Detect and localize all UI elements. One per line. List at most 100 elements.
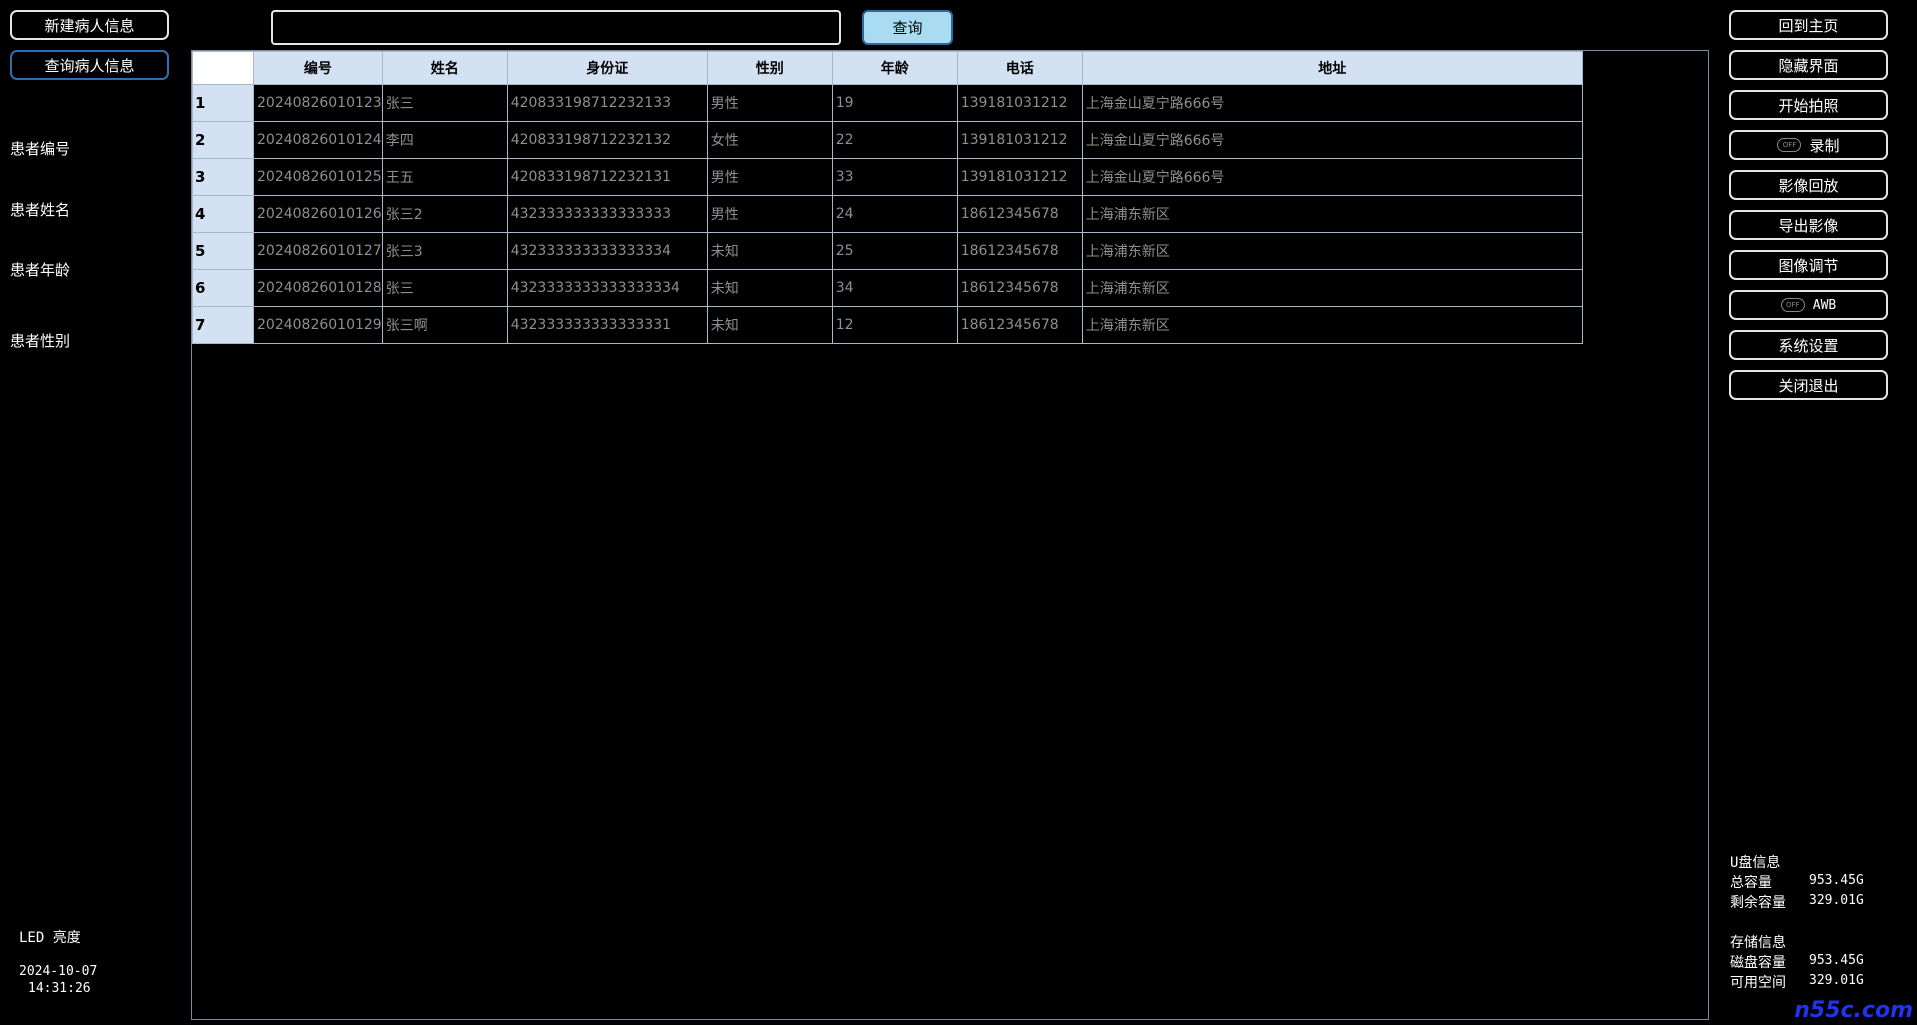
usb-free-label: 剩余容量 xyxy=(1730,895,1786,911)
cell-idcard[interactable]: 420833198712232131 xyxy=(506,158,708,196)
cell-id[interactable]: 20240826010125 xyxy=(253,158,383,196)
cell-name[interactable]: 张三2 xyxy=(381,195,508,233)
column-header-id[interactable]: 编号 xyxy=(253,51,383,85)
cell-phone[interactable]: 18612345678 xyxy=(956,232,1083,270)
cell-idcard[interactable]: 420833198712232132 xyxy=(506,121,708,159)
cell-id[interactable]: 20240826010126 xyxy=(253,195,383,233)
cell-id[interactable]: 20240826010128 xyxy=(253,269,383,307)
cell-idcard[interactable]: 4323333333333333334 xyxy=(506,269,708,307)
table-row[interactable]: 6 20240826010128 张三 4323333333333333334 … xyxy=(192,269,1583,307)
column-header-phone[interactable]: 电话 xyxy=(956,51,1083,85)
corner-cell[interactable] xyxy=(192,51,254,85)
close-exit-button[interactable]: 关闭退出 xyxy=(1729,370,1888,400)
cell-address[interactable]: 上海浦东新区 xyxy=(1081,269,1583,307)
cell-age[interactable]: 22 xyxy=(831,121,958,159)
cell-age[interactable]: 33 xyxy=(831,158,958,196)
row-header[interactable]: 4 xyxy=(192,195,254,233)
home-button[interactable]: 回到主页 xyxy=(1729,10,1888,40)
cell-gender[interactable]: 男性 xyxy=(706,195,833,233)
cell-gender[interactable]: 未知 xyxy=(706,306,833,344)
column-header-idcard[interactable]: 身份证 xyxy=(506,51,708,85)
cell-name[interactable]: 张三3 xyxy=(381,232,508,270)
record-toggle-icon[interactable]: OFF xyxy=(1777,138,1802,152)
cell-phone[interactable]: 139181031212 xyxy=(956,121,1083,159)
row-header[interactable]: 5 xyxy=(192,232,254,270)
record-button[interactable]: OFF 录制 xyxy=(1729,130,1888,160)
row-header[interactable]: 7 xyxy=(192,306,254,344)
table-row[interactable]: 5 20240826010127 张三3 432333333333333334 … xyxy=(192,232,1583,270)
disk-total-value: 953.45G xyxy=(1809,953,1864,968)
cell-phone[interactable]: 139181031212 xyxy=(956,158,1083,196)
cell-gender[interactable]: 男性 xyxy=(706,84,833,122)
table-row[interactable]: 3 20240826010125 王五 420833198712232131 男… xyxy=(192,158,1583,196)
playback-button[interactable]: 影像回放 xyxy=(1729,170,1888,200)
query-patient-button[interactable]: 查询病人信息 xyxy=(10,50,169,80)
new-patient-button[interactable]: 新建病人信息 xyxy=(10,10,169,40)
cell-address[interactable]: 上海金山夏宁路666号 xyxy=(1081,84,1583,122)
column-header-age[interactable]: 年龄 xyxy=(831,51,958,85)
cell-name[interactable]: 张三啊 xyxy=(381,306,508,344)
usb-total-label: 总容量 xyxy=(1730,875,1772,891)
system-settings-button[interactable]: 系统设置 xyxy=(1729,330,1888,360)
column-header-address[interactable]: 地址 xyxy=(1081,51,1583,85)
patient-table: 编号 姓名 身份证 性别 年龄 电话 地址 1 20240826010123 张… xyxy=(192,51,1583,344)
cell-address[interactable]: 上海金山夏宁路666号 xyxy=(1081,121,1583,159)
image-adjust-button[interactable]: 图像调节 xyxy=(1729,250,1888,280)
cell-id[interactable]: 20240826010127 xyxy=(253,232,383,270)
cell-age[interactable]: 19 xyxy=(831,84,958,122)
cell-age[interactable]: 24 xyxy=(831,195,958,233)
table-row[interactable]: 2 20240826010124 李四 420833198712232132 女… xyxy=(192,121,1583,159)
cell-id[interactable]: 20240826010124 xyxy=(253,121,383,159)
usb-info-title: U盘信息 xyxy=(1730,855,1781,871)
query-button[interactable]: 查询 xyxy=(862,10,953,45)
table-row[interactable]: 1 20240826010123 张三 420833198712232133 男… xyxy=(192,84,1583,122)
cell-gender[interactable]: 男性 xyxy=(706,158,833,196)
cell-idcard[interactable]: 432333333333333331 xyxy=(506,306,708,344)
cell-idcard[interactable]: 420833198712232133 xyxy=(506,84,708,122)
export-button[interactable]: 导出影像 xyxy=(1729,210,1888,240)
column-header-name[interactable]: 姓名 xyxy=(381,51,508,85)
cell-phone[interactable]: 18612345678 xyxy=(956,195,1083,233)
cell-name[interactable]: 王五 xyxy=(381,158,508,196)
cell-name[interactable]: 张三 xyxy=(381,84,508,122)
cell-id[interactable]: 20240826010123 xyxy=(253,84,383,122)
cell-address[interactable]: 上海浦东新区 xyxy=(1081,195,1583,233)
row-header[interactable]: 2 xyxy=(192,121,254,159)
awb-toggle-icon[interactable]: OFF xyxy=(1780,298,1805,312)
column-header-gender[interactable]: 性别 xyxy=(706,51,833,85)
cell-address[interactable]: 上海浦东新区 xyxy=(1081,306,1583,344)
awb-button[interactable]: OFF AWB xyxy=(1729,290,1888,320)
cell-address[interactable]: 上海金山夏宁路666号 xyxy=(1081,158,1583,196)
cell-idcard[interactable]: 432333333333333334 xyxy=(506,232,708,270)
cell-id[interactable]: 20240826010129 xyxy=(253,306,383,344)
cell-address[interactable]: 上海浦东新区 xyxy=(1081,232,1583,270)
cell-phone[interactable]: 18612345678 xyxy=(956,306,1083,344)
table-row[interactable]: 4 20240826010126 张三2 432333333333333333 … xyxy=(192,195,1583,233)
search-input[interactable] xyxy=(271,10,841,45)
cell-phone[interactable]: 18612345678 xyxy=(956,269,1083,307)
patient-age-label: 患者年龄 xyxy=(10,261,71,279)
start-photo-button[interactable]: 开始拍照 xyxy=(1729,90,1888,120)
cell-gender[interactable]: 未知 xyxy=(706,269,833,307)
cell-age[interactable]: 34 xyxy=(831,269,958,307)
disk-free-label: 可用空间 xyxy=(1730,975,1786,991)
patient-gender-label: 患者性别 xyxy=(10,332,71,350)
row-header[interactable]: 1 xyxy=(192,84,254,122)
cell-name[interactable]: 张三 xyxy=(381,269,508,307)
cell-name[interactable]: 李四 xyxy=(381,121,508,159)
cell-gender[interactable]: 未知 xyxy=(706,232,833,270)
patient-name-label: 患者姓名 xyxy=(10,201,71,219)
patient-id-label: 患者编号 xyxy=(10,140,71,158)
cell-age[interactable]: 12 xyxy=(831,306,958,344)
disk-total-label: 磁盘容量 xyxy=(1730,955,1786,971)
cell-phone[interactable]: 139181031212 xyxy=(956,84,1083,122)
date-display: 2024-10-07 xyxy=(19,964,98,979)
row-header[interactable]: 6 xyxy=(192,269,254,307)
cell-idcard[interactable]: 432333333333333333 xyxy=(506,195,708,233)
cell-gender[interactable]: 女性 xyxy=(706,121,833,159)
cell-age[interactable]: 25 xyxy=(831,232,958,270)
disk-free-value: 329.01G xyxy=(1809,973,1864,988)
table-row[interactable]: 7 20240826010129 张三啊 432333333333333331 … xyxy=(192,306,1583,344)
row-header[interactable]: 3 xyxy=(192,158,254,196)
hide-ui-button[interactable]: 隐藏界面 xyxy=(1729,50,1888,80)
